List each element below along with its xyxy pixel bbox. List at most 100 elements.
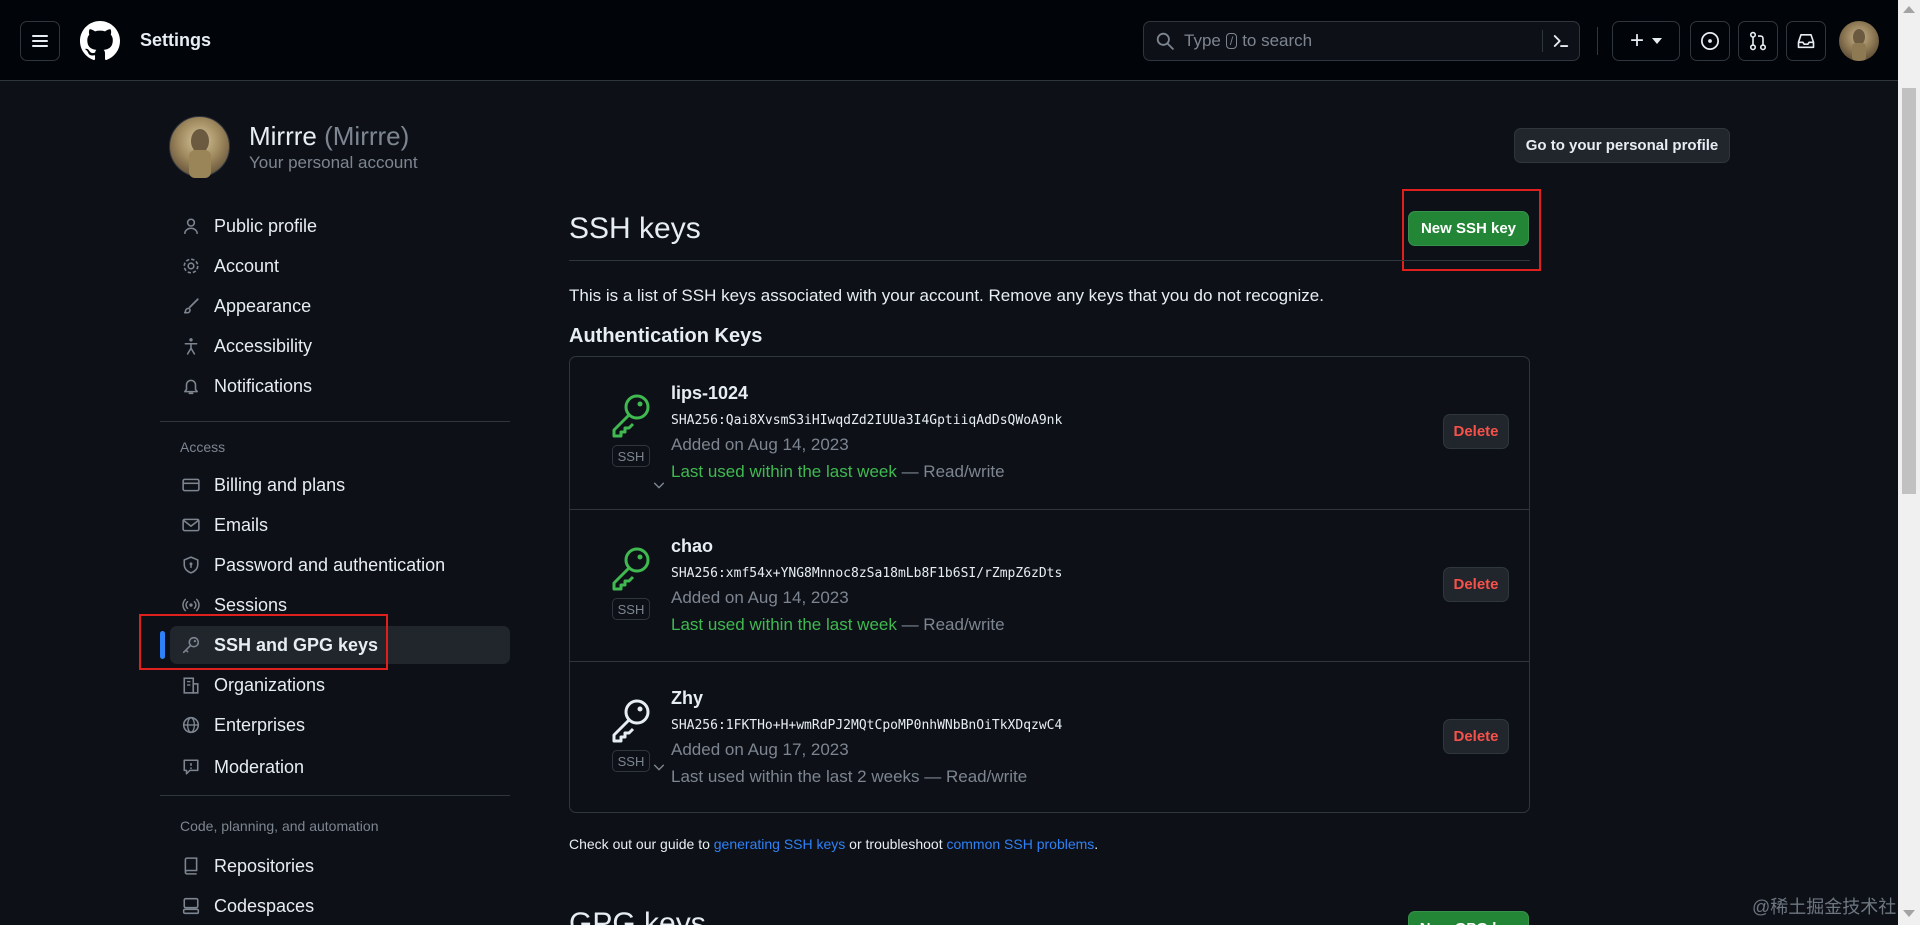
sidebar-item-label: Public profile bbox=[214, 215, 318, 236]
authentication-keys-heading: Authentication Keys bbox=[569, 325, 763, 347]
sidebar-divider bbox=[160, 421, 510, 422]
sidebar-item-label: Appearance bbox=[214, 295, 312, 316]
command-palette-icon[interactable] bbox=[1551, 31, 1571, 51]
key-added-date: Added on Aug 14, 2023 bbox=[671, 588, 849, 607]
ssh-help-note: Check out our guide to generating SSH ke… bbox=[569, 836, 1098, 852]
scrollbar-thumb[interactable] bbox=[1902, 88, 1916, 494]
go-to-profile-button[interactable]: Go to your personal profile bbox=[1514, 128, 1730, 163]
help-text-middle: or troubleshoot bbox=[845, 836, 947, 852]
ssh-badge: SSH bbox=[612, 750, 650, 772]
ssh-key-row: SSH Zhy SHA256:1FKTHo+H+wmRdPJ2MQtCpoMP0… bbox=[570, 661, 1529, 813]
repo-icon bbox=[180, 855, 202, 877]
key-last-used: Last used within the last week — Read/wr… bbox=[671, 615, 1005, 635]
avatar-image bbox=[189, 129, 211, 178]
avatar-image bbox=[1852, 29, 1866, 61]
ssh-key-row: SSH chao SHA256:xmf54x+YNG8Mnnoc8zSa18mL… bbox=[570, 509, 1529, 661]
sidebar-item-moderation[interactable]: Moderation bbox=[170, 748, 665, 786]
key-last-used-recent: Last used within the last week bbox=[671, 462, 897, 481]
sidebar-item-account[interactable]: Account bbox=[170, 247, 510, 285]
title-divider bbox=[569, 260, 1530, 261]
sidebar-item-codespaces[interactable]: Codespaces bbox=[170, 887, 510, 925]
key-access: — Read/write bbox=[896, 462, 1005, 481]
github-logo-icon[interactable] bbox=[80, 21, 120, 61]
sidebar-item-appearance[interactable]: Appearance bbox=[170, 287, 510, 325]
search-icon bbox=[1156, 32, 1174, 50]
key-access: — Read/write bbox=[919, 767, 1028, 786]
sidebar-item-label: Accessibility bbox=[214, 335, 313, 356]
key-icon bbox=[612, 394, 650, 438]
sidebar-item-organizations[interactable]: Organizations bbox=[170, 666, 510, 704]
help-text-prefix: Check out our guide to bbox=[569, 836, 714, 852]
search-divider bbox=[1542, 30, 1543, 52]
page-context-title[interactable]: Settings bbox=[140, 30, 211, 51]
page-scrollbar[interactable] bbox=[1898, 0, 1920, 925]
menu-button[interactable] bbox=[20, 21, 60, 61]
sidebar-item-label: Sessions bbox=[214, 594, 288, 615]
key-last-used: Last used within the last week — Read/wr… bbox=[671, 462, 1005, 482]
page-title: SSH keys bbox=[569, 212, 701, 245]
sidebar-item-label: Moderation bbox=[214, 756, 305, 777]
sidebar-item-billing[interactable]: Billing and plans bbox=[170, 466, 665, 504]
delete-key-button[interactable]: Delete bbox=[1443, 414, 1509, 449]
key-fingerprint: SHA256:Qai8XvsmS3iHIwqdZd2IUUa3I4GptiiqA… bbox=[671, 413, 1063, 428]
ssh-badge: SSH bbox=[612, 445, 650, 467]
search-input[interactable]: Type / to search bbox=[1143, 21, 1580, 61]
delete-key-button[interactable]: Delete bbox=[1443, 567, 1509, 602]
profile-display-name[interactable]: Mirrre bbox=[249, 121, 317, 151]
sidebar-heading-access: Access bbox=[180, 439, 226, 455]
sidebar-item-label: Organizations bbox=[214, 674, 326, 695]
globe-icon bbox=[180, 714, 202, 736]
delete-key-button[interactable]: Delete bbox=[1443, 719, 1509, 754]
highlight-box-sidebar bbox=[139, 614, 388, 670]
sidebar-item-enterprises[interactable]: Enterprises bbox=[170, 706, 510, 744]
inbox-icon bbox=[1797, 33, 1815, 49]
profile-subtitle: Your personal account bbox=[249, 153, 418, 172]
key-last-used: Last used within the last 2 weeks — Read… bbox=[671, 767, 1027, 787]
profile-avatar bbox=[169, 116, 230, 178]
sidebar-item-emails[interactable]: Emails bbox=[170, 506, 510, 544]
sidebar-item-accessibility[interactable]: Accessibility bbox=[170, 327, 510, 365]
sidebar-item-repositories[interactable]: Repositories bbox=[170, 847, 510, 885]
sidebar-item-label: Billing and plans bbox=[214, 474, 346, 495]
sidebar-item-password[interactable]: Password and authentication bbox=[170, 546, 510, 584]
key-fingerprint: SHA256:1FKTHo+H+wmRdPJ2MQtCpoMP0nhWNbBnO… bbox=[671, 718, 1063, 733]
common-ssh-problems-link[interactable]: common SSH problems bbox=[946, 836, 1094, 852]
bell-icon bbox=[180, 375, 202, 397]
scroll-up-arrow-icon[interactable] bbox=[1903, 6, 1915, 13]
inbox-button[interactable] bbox=[1786, 21, 1826, 61]
git-pull-request-icon bbox=[1749, 31, 1767, 51]
issues-button[interactable] bbox=[1690, 21, 1730, 61]
profile-handle: (Mirrre) bbox=[324, 121, 410, 151]
chevron-down-icon bbox=[1652, 38, 1662, 44]
create-new-button[interactable]: + bbox=[1612, 21, 1680, 61]
sidebar-item-notifications[interactable]: Notifications bbox=[170, 367, 510, 405]
key-last-used-other: Last used within the last 2 weeks bbox=[671, 767, 920, 786]
sidebar-item-public-profile[interactable]: Public profile bbox=[170, 207, 510, 245]
codespaces-icon bbox=[180, 895, 202, 917]
scroll-down-arrow-icon[interactable] bbox=[1903, 910, 1915, 917]
ssh-keys-list: SSH lips-1024 SHA256:Qai8XvsmS3iHIwqdZd2… bbox=[569, 356, 1530, 813]
header-divider bbox=[1597, 27, 1598, 55]
plus-icon: + bbox=[1629, 27, 1644, 54]
ssh-badge: SSH bbox=[612, 598, 650, 620]
organization-icon bbox=[180, 674, 202, 696]
person-icon bbox=[180, 215, 202, 237]
sidebar-item-label: Account bbox=[214, 255, 280, 276]
gear-icon bbox=[180, 255, 202, 277]
sidebar-divider bbox=[160, 795, 510, 796]
key-access: — Read/write bbox=[896, 615, 1005, 634]
new-gpg-key-button[interactable]: New GPG key bbox=[1408, 911, 1529, 925]
credit-card-icon bbox=[180, 474, 202, 496]
watermark: @稀土掘金技术社区 bbox=[1752, 897, 1915, 917]
pull-requests-button[interactable] bbox=[1738, 21, 1778, 61]
generating-ssh-keys-link[interactable]: generating SSH keys bbox=[714, 836, 846, 852]
sidebar-item-label: Repositories bbox=[214, 855, 315, 876]
search-placeholder-prefix: Type bbox=[1184, 31, 1221, 50]
report-icon bbox=[180, 756, 202, 778]
paintbrush-icon bbox=[180, 295, 202, 317]
key-title: Zhy bbox=[671, 688, 704, 708]
ssh-key-row: SSH lips-1024 SHA256:Qai8XvsmS3iHIwqdZd2… bbox=[570, 357, 1529, 509]
highlight-box-new-key bbox=[1402, 189, 1541, 271]
sidebar-item-label: Codespaces bbox=[214, 895, 315, 916]
user-avatar-menu[interactable] bbox=[1839, 21, 1879, 61]
